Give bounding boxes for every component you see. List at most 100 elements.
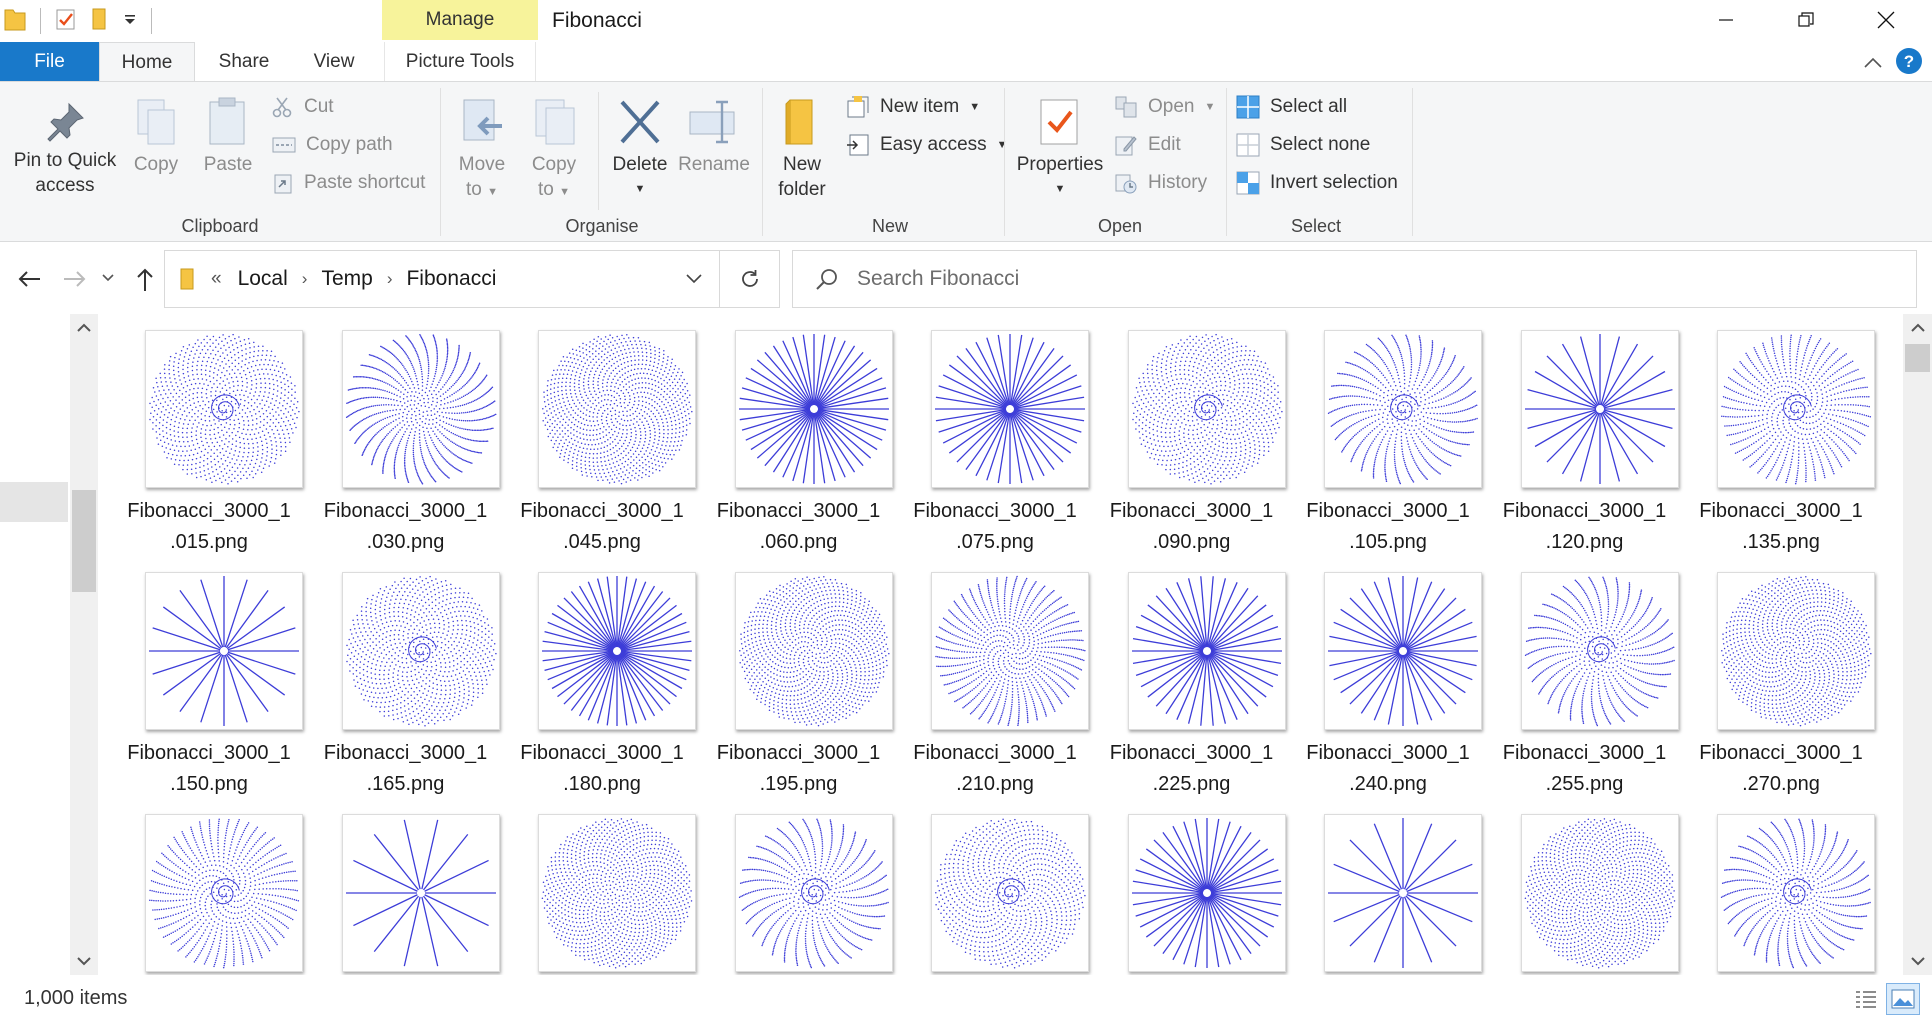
open-button[interactable]: Open ▼ bbox=[1114, 92, 1215, 122]
address-history-dropdown[interactable] bbox=[685, 273, 703, 285]
copy-path-button[interactable]: Copy path bbox=[272, 130, 393, 160]
file-thumbnail[interactable] bbox=[734, 814, 893, 972]
file-item[interactable]: Fibonacci_3000_1 .030.png bbox=[310, 314, 502, 554]
forward-button[interactable] bbox=[60, 264, 90, 294]
file-thumbnail[interactable] bbox=[538, 814, 696, 972]
file-thumbnail[interactable] bbox=[1127, 814, 1286, 972]
file-name[interactable]: Fibonacci_3000_1 .225.png bbox=[1096, 738, 1288, 800]
file-name[interactable]: Fibonacci_3000_1 .135.png bbox=[1685, 496, 1877, 558]
properties-qat-icon[interactable] bbox=[55, 7, 77, 36]
file-thumbnail[interactable] bbox=[1324, 572, 1482, 730]
new-folder-qat-icon[interactable] bbox=[91, 7, 109, 36]
restore-button[interactable] bbox=[1766, 0, 1846, 40]
file-thumbnail[interactable] bbox=[931, 814, 1089, 972]
file-thumbnail[interactable] bbox=[538, 330, 696, 488]
breadcrumb-fibonacci[interactable]: Fibonacci bbox=[406, 267, 496, 291]
select-none-button[interactable]: Select none bbox=[1236, 130, 1370, 160]
tab-picture-tools[interactable]: Picture Tools bbox=[384, 42, 536, 81]
easy-access-button[interactable]: Easy access ▼ bbox=[846, 130, 1008, 160]
file-item[interactable] bbox=[703, 798, 895, 975]
recent-locations-button[interactable] bbox=[100, 270, 120, 290]
select-all-button[interactable]: Select all bbox=[1236, 92, 1347, 122]
file-thumbnail[interactable] bbox=[931, 572, 1089, 730]
copy-to-button[interactable]: Copy to ▼ bbox=[524, 96, 584, 205]
file-name[interactable]: Fibonacci_3000_1 .060.png bbox=[703, 496, 895, 558]
file-item[interactable]: Fibonacci_3000_1 .015.png bbox=[113, 314, 305, 554]
file-thumbnail[interactable] bbox=[341, 330, 500, 488]
file-thumbnail[interactable] bbox=[1520, 572, 1679, 730]
rename-button[interactable]: Rename bbox=[676, 96, 752, 177]
address-bar[interactable]: « Local › Temp › Fibonacci bbox=[164, 250, 720, 308]
large-icons-view-button[interactable] bbox=[1886, 983, 1920, 1015]
file-item[interactable]: Fibonacci_3000_1 .120.png bbox=[1489, 314, 1681, 554]
file-item[interactable]: Fibonacci_3000_1 .240.png bbox=[1292, 556, 1484, 796]
file-thumbnail[interactable] bbox=[1717, 814, 1875, 972]
file-item[interactable] bbox=[310, 798, 502, 975]
invert-selection-button[interactable]: Invert selection bbox=[1236, 168, 1398, 198]
file-item[interactable] bbox=[113, 798, 305, 975]
cut-button[interactable]: Cut bbox=[272, 92, 334, 122]
pin-to-quick-access-button[interactable]: Pin to Quick access bbox=[8, 100, 122, 198]
new-folder-button[interactable]: New folder bbox=[770, 96, 834, 202]
file-thumbnail[interactable] bbox=[1717, 572, 1875, 730]
properties-button[interactable]: Properties ▼ bbox=[1012, 96, 1108, 202]
new-item-button[interactable]: New item ▼ bbox=[846, 92, 980, 122]
close-button[interactable] bbox=[1846, 0, 1926, 40]
file-thumbnail[interactable] bbox=[145, 814, 303, 972]
file-thumbnail[interactable] bbox=[1324, 330, 1482, 488]
file-thumbnail[interactable] bbox=[1127, 572, 1286, 730]
file-name[interactable]: Fibonacci_3000_1 .240.png bbox=[1292, 738, 1484, 800]
file-name[interactable]: Fibonacci_3000_1 .045.png bbox=[506, 496, 698, 558]
file-thumbnail[interactable] bbox=[145, 572, 303, 730]
file-name[interactable]: Fibonacci_3000_1 .015.png bbox=[113, 496, 305, 558]
file-thumbnail[interactable] bbox=[341, 572, 500, 730]
scroll-thumb[interactable] bbox=[1905, 344, 1930, 372]
scroll-down-button[interactable] bbox=[1903, 947, 1932, 975]
file-name[interactable]: Fibonacci_3000_1 .150.png bbox=[113, 738, 305, 800]
file-thumbnail[interactable] bbox=[931, 330, 1089, 488]
tab-home[interactable]: Home bbox=[99, 42, 195, 82]
delete-button[interactable]: Delete ▼ bbox=[606, 96, 674, 202]
details-view-button[interactable] bbox=[1852, 985, 1880, 1013]
file-item[interactable]: Fibonacci_3000_1 .255.png bbox=[1489, 556, 1681, 796]
file-thumbnail[interactable] bbox=[734, 572, 893, 730]
file-name[interactable]: Fibonacci_3000_1 .120.png bbox=[1489, 496, 1681, 558]
file-name[interactable]: Fibonacci_3000_1 .030.png bbox=[310, 496, 502, 558]
file-item[interactable]: Fibonacci_3000_1 .150.png bbox=[113, 556, 305, 796]
file-name[interactable]: Fibonacci_3000_1 .255.png bbox=[1489, 738, 1681, 800]
file-name[interactable]: Fibonacci_3000_1 .075.png bbox=[899, 496, 1091, 558]
file-view-scrollbar[interactable] bbox=[1903, 314, 1932, 975]
file-name[interactable]: Fibonacci_3000_1 .195.png bbox=[703, 738, 895, 800]
tab-share[interactable]: Share bbox=[200, 42, 288, 81]
file-name[interactable]: Fibonacci_3000_1 .270.png bbox=[1685, 738, 1877, 800]
breadcrumb-overflow[interactable]: « bbox=[211, 268, 222, 290]
breadcrumb-local[interactable]: Local bbox=[238, 267, 288, 291]
tab-view[interactable]: View bbox=[296, 42, 372, 81]
file-item[interactable] bbox=[1096, 798, 1288, 975]
file-item[interactable] bbox=[1685, 798, 1877, 975]
file-item[interactable]: Fibonacci_3000_1 .165.png bbox=[310, 556, 502, 796]
file-item[interactable]: Fibonacci_3000_1 .180.png bbox=[506, 556, 698, 796]
file-item[interactable] bbox=[506, 798, 698, 975]
file-thumbnail[interactable] bbox=[1127, 330, 1286, 488]
back-button[interactable] bbox=[14, 264, 44, 294]
help-button[interactable]: ? bbox=[1894, 46, 1924, 76]
history-button[interactable]: History bbox=[1114, 168, 1207, 198]
file-thumbnail[interactable] bbox=[734, 330, 893, 488]
file-thumbnail[interactable] bbox=[145, 330, 303, 488]
edit-button[interactable]: Edit bbox=[1114, 130, 1181, 160]
file-item[interactable]: Fibonacci_3000_1 .225.png bbox=[1096, 556, 1288, 796]
file-item[interactable]: Fibonacci_3000_1 .105.png bbox=[1292, 314, 1484, 554]
file-item[interactable] bbox=[1489, 798, 1681, 975]
file-item[interactable]: Fibonacci_3000_1 .135.png bbox=[1685, 314, 1877, 554]
breadcrumb-temp[interactable]: Temp bbox=[321, 267, 372, 291]
nav-pane-selected-item[interactable] bbox=[0, 482, 68, 522]
paste-button[interactable]: Paste bbox=[200, 96, 256, 177]
file-name[interactable]: Fibonacci_3000_1 .180.png bbox=[506, 738, 698, 800]
up-button[interactable] bbox=[130, 264, 160, 294]
file-name[interactable]: Fibonacci_3000_1 .210.png bbox=[899, 738, 1091, 800]
file-thumbnail[interactable] bbox=[1520, 330, 1679, 488]
file-item[interactable] bbox=[899, 798, 1091, 975]
scroll-up-button[interactable] bbox=[70, 314, 98, 342]
customize-qat-dropdown-icon[interactable] bbox=[123, 12, 137, 31]
